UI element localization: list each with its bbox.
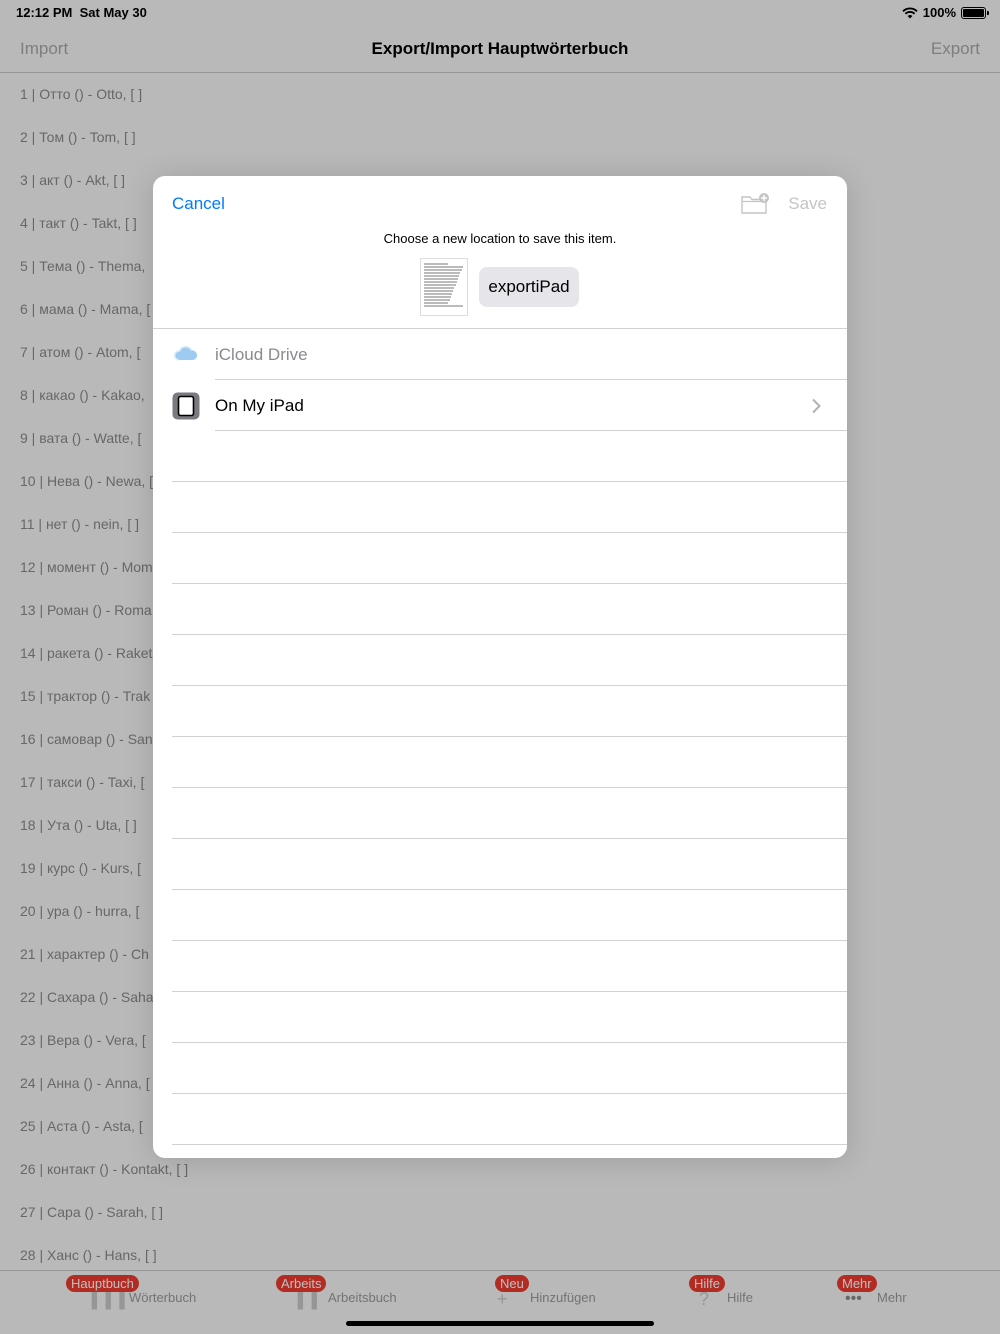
- doc-line: [424, 266, 463, 268]
- location-prompt: Choose a new location to save this item.: [383, 231, 617, 246]
- empty-row: [172, 584, 847, 635]
- location-label: iCloud Drive: [215, 345, 308, 364]
- empty-row: [172, 992, 847, 1043]
- empty-row: [172, 686, 847, 737]
- doc-line: [424, 284, 456, 286]
- row-divider: [215, 430, 847, 431]
- doc-line: [424, 287, 455, 289]
- doc-line: [424, 275, 460, 277]
- empty-list-rows: [153, 431, 847, 1145]
- document-thumbnail: [420, 258, 468, 316]
- chevron-right-icon: [811, 394, 821, 420]
- empty-row: [172, 890, 847, 941]
- empty-row: [172, 1043, 847, 1094]
- empty-row: [172, 431, 847, 482]
- save-location-dialog: Cancel Save Choose a new location to sav…: [153, 176, 847, 1158]
- new-folder-icon[interactable]: [740, 192, 772, 216]
- doc-line: [424, 278, 458, 280]
- cancel-button[interactable]: Cancel: [172, 194, 225, 214]
- empty-row: [172, 635, 847, 686]
- location-label: On My iPad: [215, 396, 304, 415]
- empty-row: [172, 1094, 847, 1145]
- doc-line: [424, 272, 461, 274]
- doc-line: [424, 293, 452, 295]
- location-icloud-drive[interactable]: iCloud Drive: [153, 329, 847, 380]
- icloud-icon: [174, 345, 198, 361]
- empty-row: [172, 533, 847, 584]
- doc-line: [424, 263, 448, 265]
- filename-field[interactable]: [479, 267, 579, 307]
- empty-row: [172, 941, 847, 992]
- ipad-icon: [172, 392, 200, 420]
- location-list: iCloud Drive On My iPad: [153, 329, 847, 1145]
- doc-line: [424, 305, 464, 307]
- empty-row: [172, 737, 847, 788]
- doc-line: [424, 299, 450, 301]
- empty-row: [172, 482, 847, 533]
- doc-line: [424, 296, 451, 298]
- location-on-my-ipad[interactable]: On My iPad: [153, 380, 847, 431]
- doc-line: [424, 281, 457, 283]
- empty-row: [172, 788, 847, 839]
- doc-line: [424, 290, 454, 292]
- save-button[interactable]: Save: [788, 194, 827, 214]
- doc-line: [424, 269, 462, 271]
- doc-line: [424, 302, 449, 304]
- empty-row: [172, 839, 847, 890]
